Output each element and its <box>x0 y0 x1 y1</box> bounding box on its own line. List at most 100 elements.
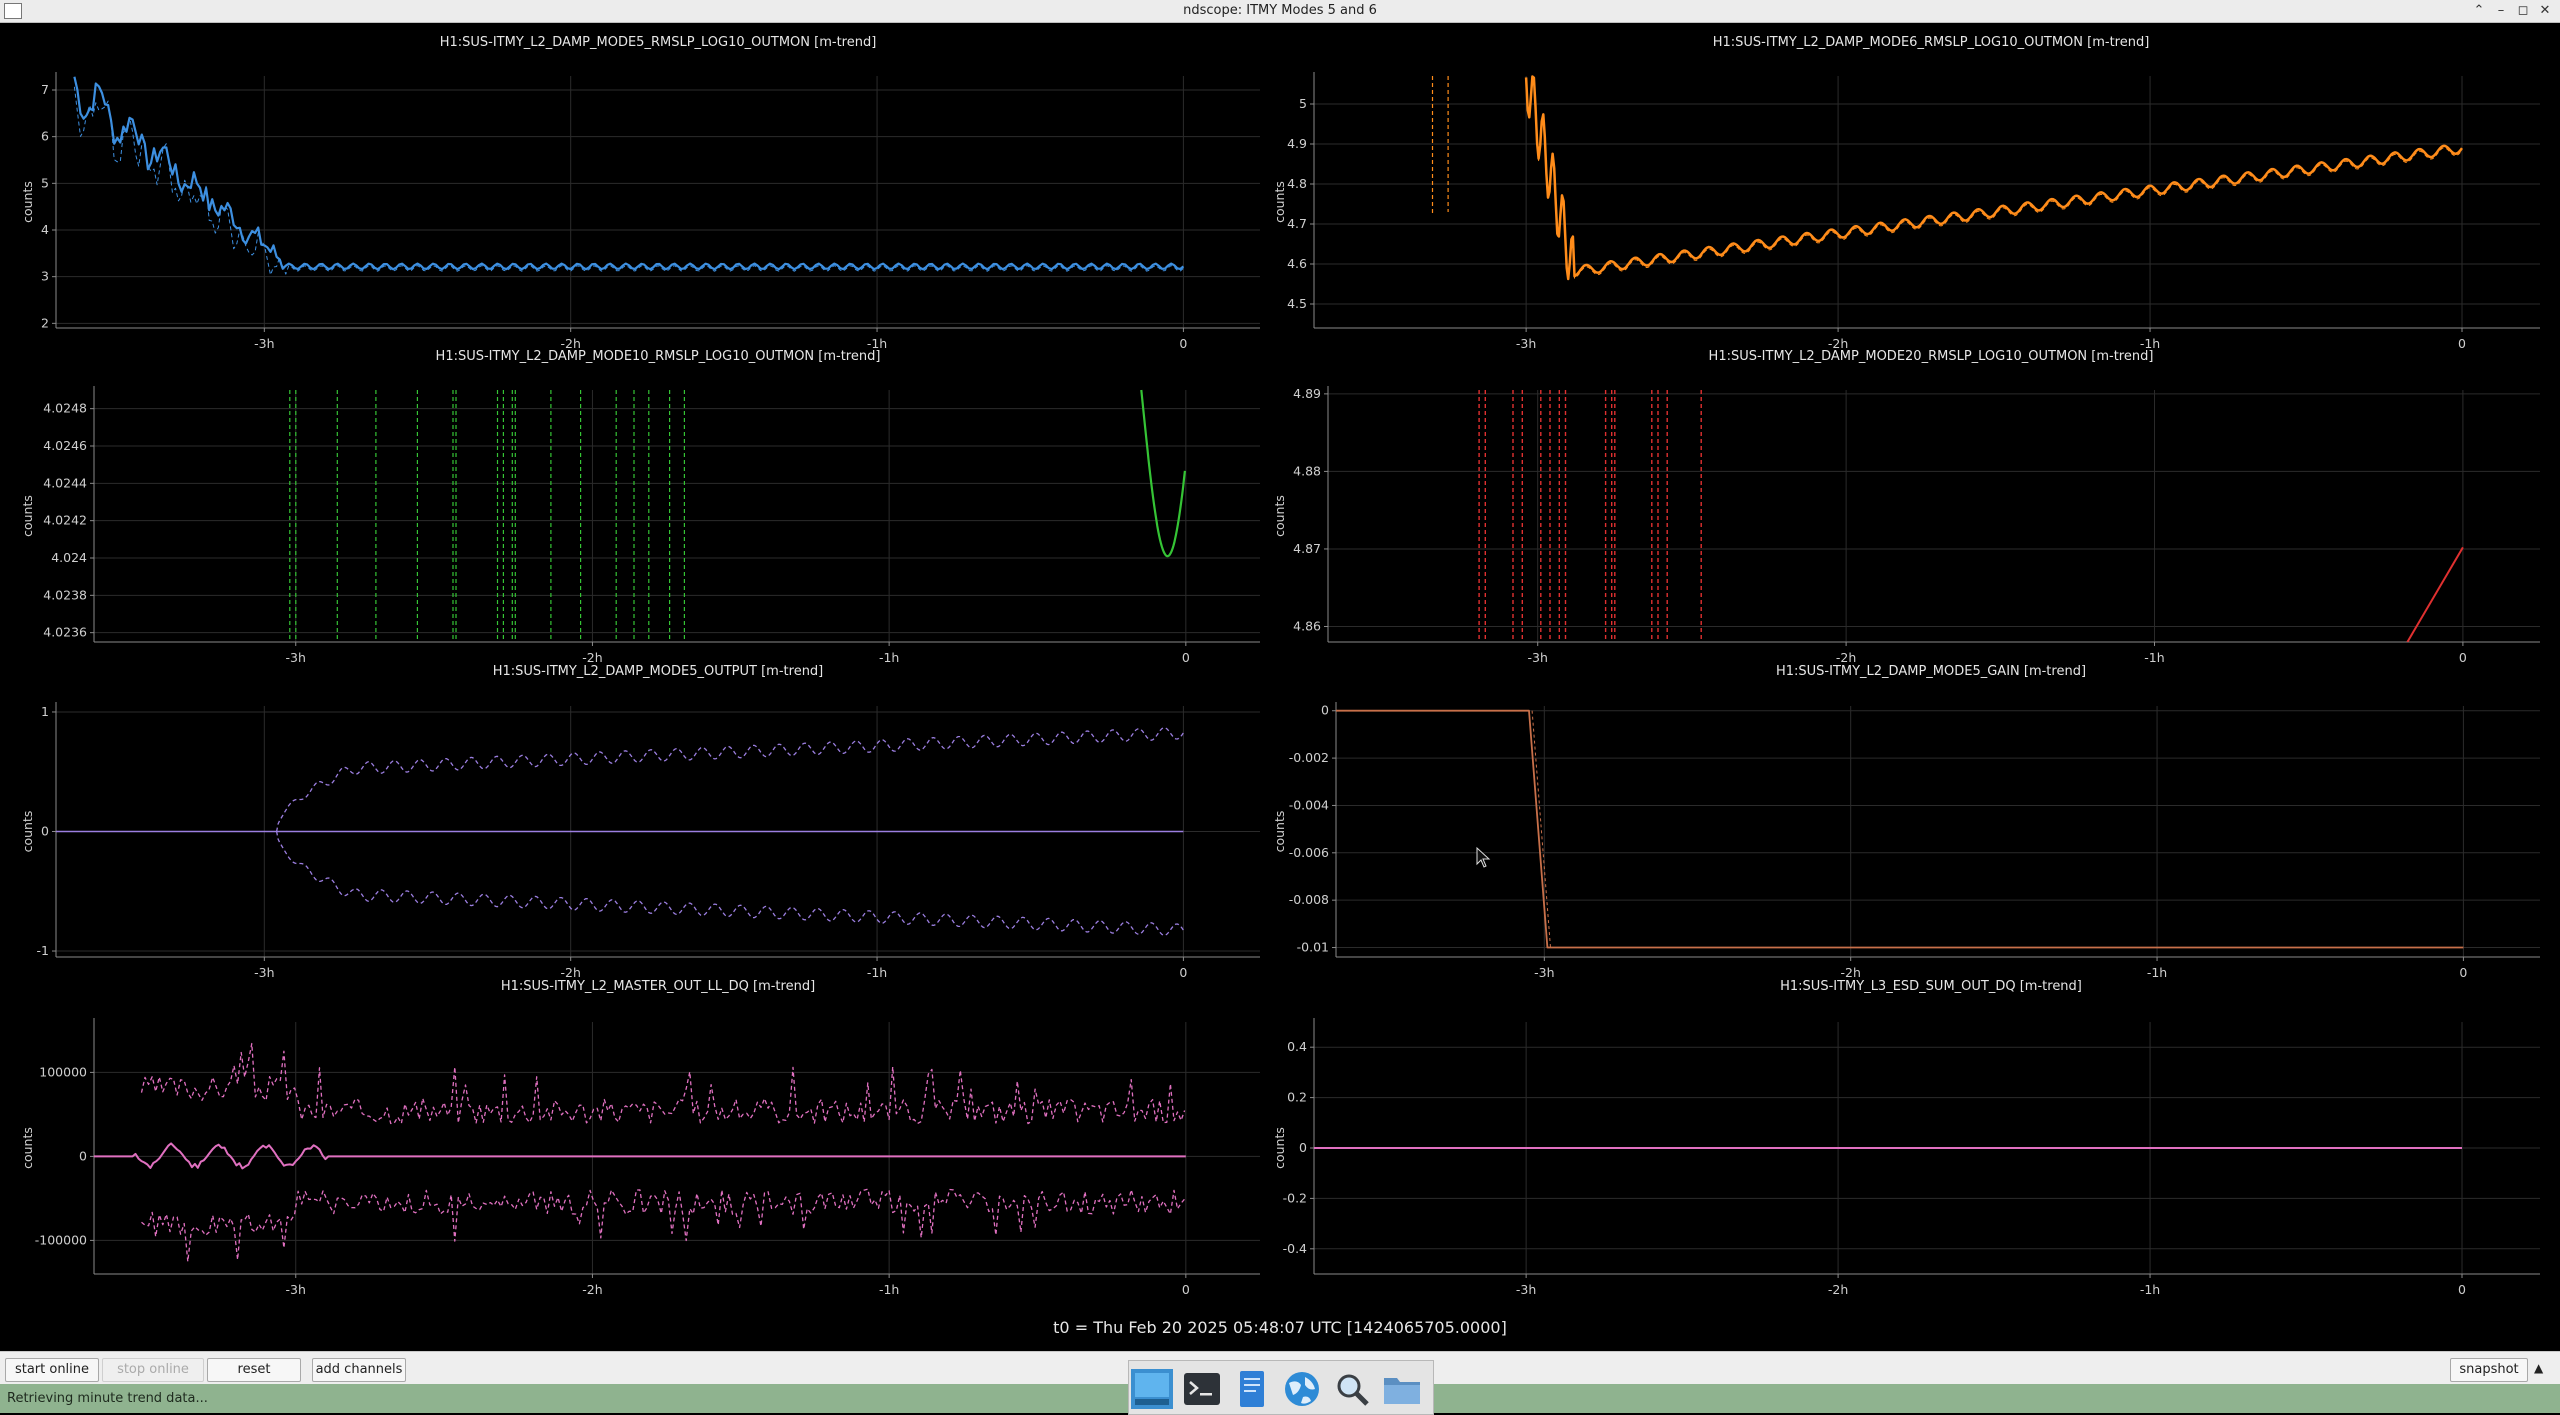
y-tick-label: 5 <box>1299 96 1307 111</box>
t0-label: t0 = Thu Feb 20 2025 05:48:07 UTC [14240… <box>1053 1318 1507 1337</box>
plot-panel-6[interactable]: H1:SUS-ITMY_L2_DAMP_MODE5_GAIN [m-trend]… <box>1272 664 2540 980</box>
y-tick-label: 4.86 <box>1293 618 1321 633</box>
snapshot-button[interactable]: snapshot <box>2450 1358 2528 1382</box>
window-title: ndscope: ITMY Modes 5 and 6 <box>1183 3 1377 18</box>
y-tick-label: 4.89 <box>1293 386 1321 401</box>
snapshot-menu-arrow-icon[interactable]: ▲ <box>2534 1361 2543 1375</box>
y-tick-label: 4.8 <box>1287 176 1307 191</box>
plot-panel-1[interactable]: H1:SUS-ITMY_L2_DAMP_MODE5_RMSLP_LOG10_OU… <box>20 35 1260 351</box>
plot-title: H1:SUS-ITMY_L2_DAMP_MODE10_RMSLP_LOG10_O… <box>436 349 881 364</box>
plot-title: H1:SUS-ITMY_L2_DAMP_MODE5_GAIN [m-trend] <box>1776 664 2086 679</box>
magnifier-icon[interactable] <box>1331 1369 1373 1409</box>
maximize-icon[interactable]: ◻ <box>2512 0 2534 22</box>
y-tick-label: 1 <box>41 704 49 719</box>
y-axis-label: counts <box>20 811 35 853</box>
y-tick-label: 4.0238 <box>43 587 87 602</box>
x-tick-label: -3h <box>286 650 306 665</box>
plot-panel-4[interactable]: H1:SUS-ITMY_L2_DAMP_MODE20_RMSLP_LOG10_O… <box>1272 349 2540 665</box>
mouse-cursor-icon <box>1476 846 1491 868</box>
plot-title: H1:SUS-ITMY_L2_DAMP_MODE6_RMSLP_LOG10_OU… <box>1713 35 2150 50</box>
x-tick-label: 0 <box>1179 336 1187 351</box>
x-tick-label: -3h <box>286 1282 306 1297</box>
minimize-icon[interactable]: – <box>2490 0 2512 22</box>
y-tick-label: 4.0236 <box>43 625 87 640</box>
y-tick-label: -0.01 <box>1297 940 1329 955</box>
x-tick-label: -2h <box>1840 965 1860 980</box>
y-tick-label: 4.88 <box>1293 463 1321 478</box>
data-series-line <box>73 76 1185 271</box>
x-tick-label: -1h <box>2140 1282 2160 1297</box>
data-series-line <box>1336 709 2464 949</box>
x-tick-label: -1h <box>879 1282 899 1297</box>
y-axis-label: counts <box>1272 181 1287 223</box>
x-tick-label: -2h <box>560 965 580 980</box>
trace-group <box>94 1042 1186 1263</box>
data-series-line <box>275 727 1184 832</box>
title-bar: ndscope: ITMY Modes 5 and 6 ⌃ – ◻ ✕ <box>0 0 2560 23</box>
y-tick-label: 4.9 <box>1287 136 1307 151</box>
y-tick-label: 7 <box>41 82 49 97</box>
status-text: Retrieving minute trend data... <box>7 1391 208 1406</box>
y-tick-label: -0.004 <box>1289 797 1329 812</box>
y-tick-label: 4 <box>41 222 49 237</box>
y-tick-label: -0.002 <box>1289 750 1329 765</box>
terminal-icon[interactable] <box>1181 1369 1223 1409</box>
data-series-line <box>141 1188 1186 1263</box>
plot-panel-7[interactable]: H1:SUS-ITMY_L2_MASTER_OUT_LL_DQ [m-trend… <box>20 979 1260 1297</box>
x-tick-label: 0 <box>2458 336 2466 351</box>
y-tick-label: 4.6 <box>1287 256 1307 271</box>
y-tick-label: 0 <box>1299 1140 1307 1155</box>
trace-group <box>1336 709 2464 949</box>
y-tick-label: 0 <box>41 824 49 839</box>
x-tick-label: -3h <box>1516 336 1536 351</box>
y-tick-label: -0.006 <box>1289 845 1329 860</box>
y-tick-label: -1 <box>37 943 49 958</box>
x-tick-label: -1h <box>2144 650 2164 665</box>
y-tick-label: -100000 <box>35 1232 87 1247</box>
y-axis-label: counts <box>20 181 35 223</box>
file-manager-icon[interactable] <box>1381 1369 1423 1409</box>
chevron-up-icon[interactable]: ⌃ <box>2468 0 2490 22</box>
x-tick-label: -3h <box>254 336 274 351</box>
plots-canvas[interactable]: H1:SUS-ITMY_L2_DAMP_MODE5_RMSLP_LOG10_OU… <box>0 22 2560 1332</box>
plot-grid[interactable]: H1:SUS-ITMY_L2_DAMP_MODE5_RMSLP_LOG10_OU… <box>0 22 2560 1332</box>
y-tick-label: -0.4 <box>1283 1241 1307 1256</box>
x-tick-label: -3h <box>1534 965 1554 980</box>
y-tick-label: 0.4 <box>1287 1039 1307 1054</box>
x-tick-label: 0 <box>2459 965 2467 980</box>
x-tick-label: -3h <box>1516 1282 1536 1297</box>
plot-title: H1:SUS-ITMY_L2_MASTER_OUT_LL_DQ [m-trend… <box>501 979 815 994</box>
x-tick-label: 0 <box>2458 1282 2466 1297</box>
y-tick-label: 0 <box>79 1148 87 1163</box>
y-tick-label: 4.0242 <box>43 513 87 528</box>
data-series-line <box>140 1042 1186 1125</box>
plot-panel-2[interactable]: H1:SUS-ITMY_L2_DAMP_MODE6_RMSLP_LOG10_OU… <box>1272 35 2540 351</box>
stop-online-button[interactable]: stop online <box>102 1358 204 1382</box>
plot-title: H1:SUS-ITMY_L3_ESD_SUM_OUT_DQ [m-trend] <box>1780 979 2082 994</box>
y-tick-label: 4.7 <box>1287 216 1307 231</box>
y-tick-label: 4.0248 <box>43 401 87 416</box>
x-tick-label: -3h <box>1528 650 1548 665</box>
reset-button[interactable]: reset <box>207 1358 301 1382</box>
y-tick-label: 100000 <box>39 1064 87 1079</box>
trace-group <box>56 727 1184 936</box>
trace-group <box>1478 390 2464 642</box>
desktop-icon[interactable] <box>1131 1369 1173 1409</box>
trace-group <box>73 76 1185 276</box>
browser-globe-icon[interactable] <box>1281 1369 1323 1409</box>
plot-panel-8[interactable]: H1:SUS-ITMY_L3_ESD_SUM_OUT_DQ [m-trend] -… <box>1272 979 2540 1297</box>
taskbar <box>1128 1360 1434 1415</box>
start-online-button[interactable]: start online <box>5 1358 99 1382</box>
close-icon[interactable]: ✕ <box>2534 0 2556 22</box>
x-tick-label: -1h <box>867 965 887 980</box>
plot-title: H1:SUS-ITMY_L2_DAMP_MODE5_OUTPUT [m-tren… <box>493 664 824 679</box>
trace-group <box>1431 75 2464 282</box>
plot-panel-5[interactable]: H1:SUS-ITMY_L2_DAMP_MODE5_OUTPUT [m-tren… <box>20 664 1260 980</box>
y-axis-label: counts <box>20 1127 35 1169</box>
text-editor-icon[interactable] <box>1231 1369 1273 1409</box>
data-series-line <box>2406 546 2464 642</box>
plot-panel-3[interactable]: H1:SUS-ITMY_L2_DAMP_MODE10_RMSLP_LOG10_O… <box>20 349 1260 665</box>
add-channels-button[interactable]: add channels <box>312 1358 406 1382</box>
y-tick-label: 0.2 <box>1287 1090 1307 1105</box>
x-tick-label: -2h <box>582 650 602 665</box>
